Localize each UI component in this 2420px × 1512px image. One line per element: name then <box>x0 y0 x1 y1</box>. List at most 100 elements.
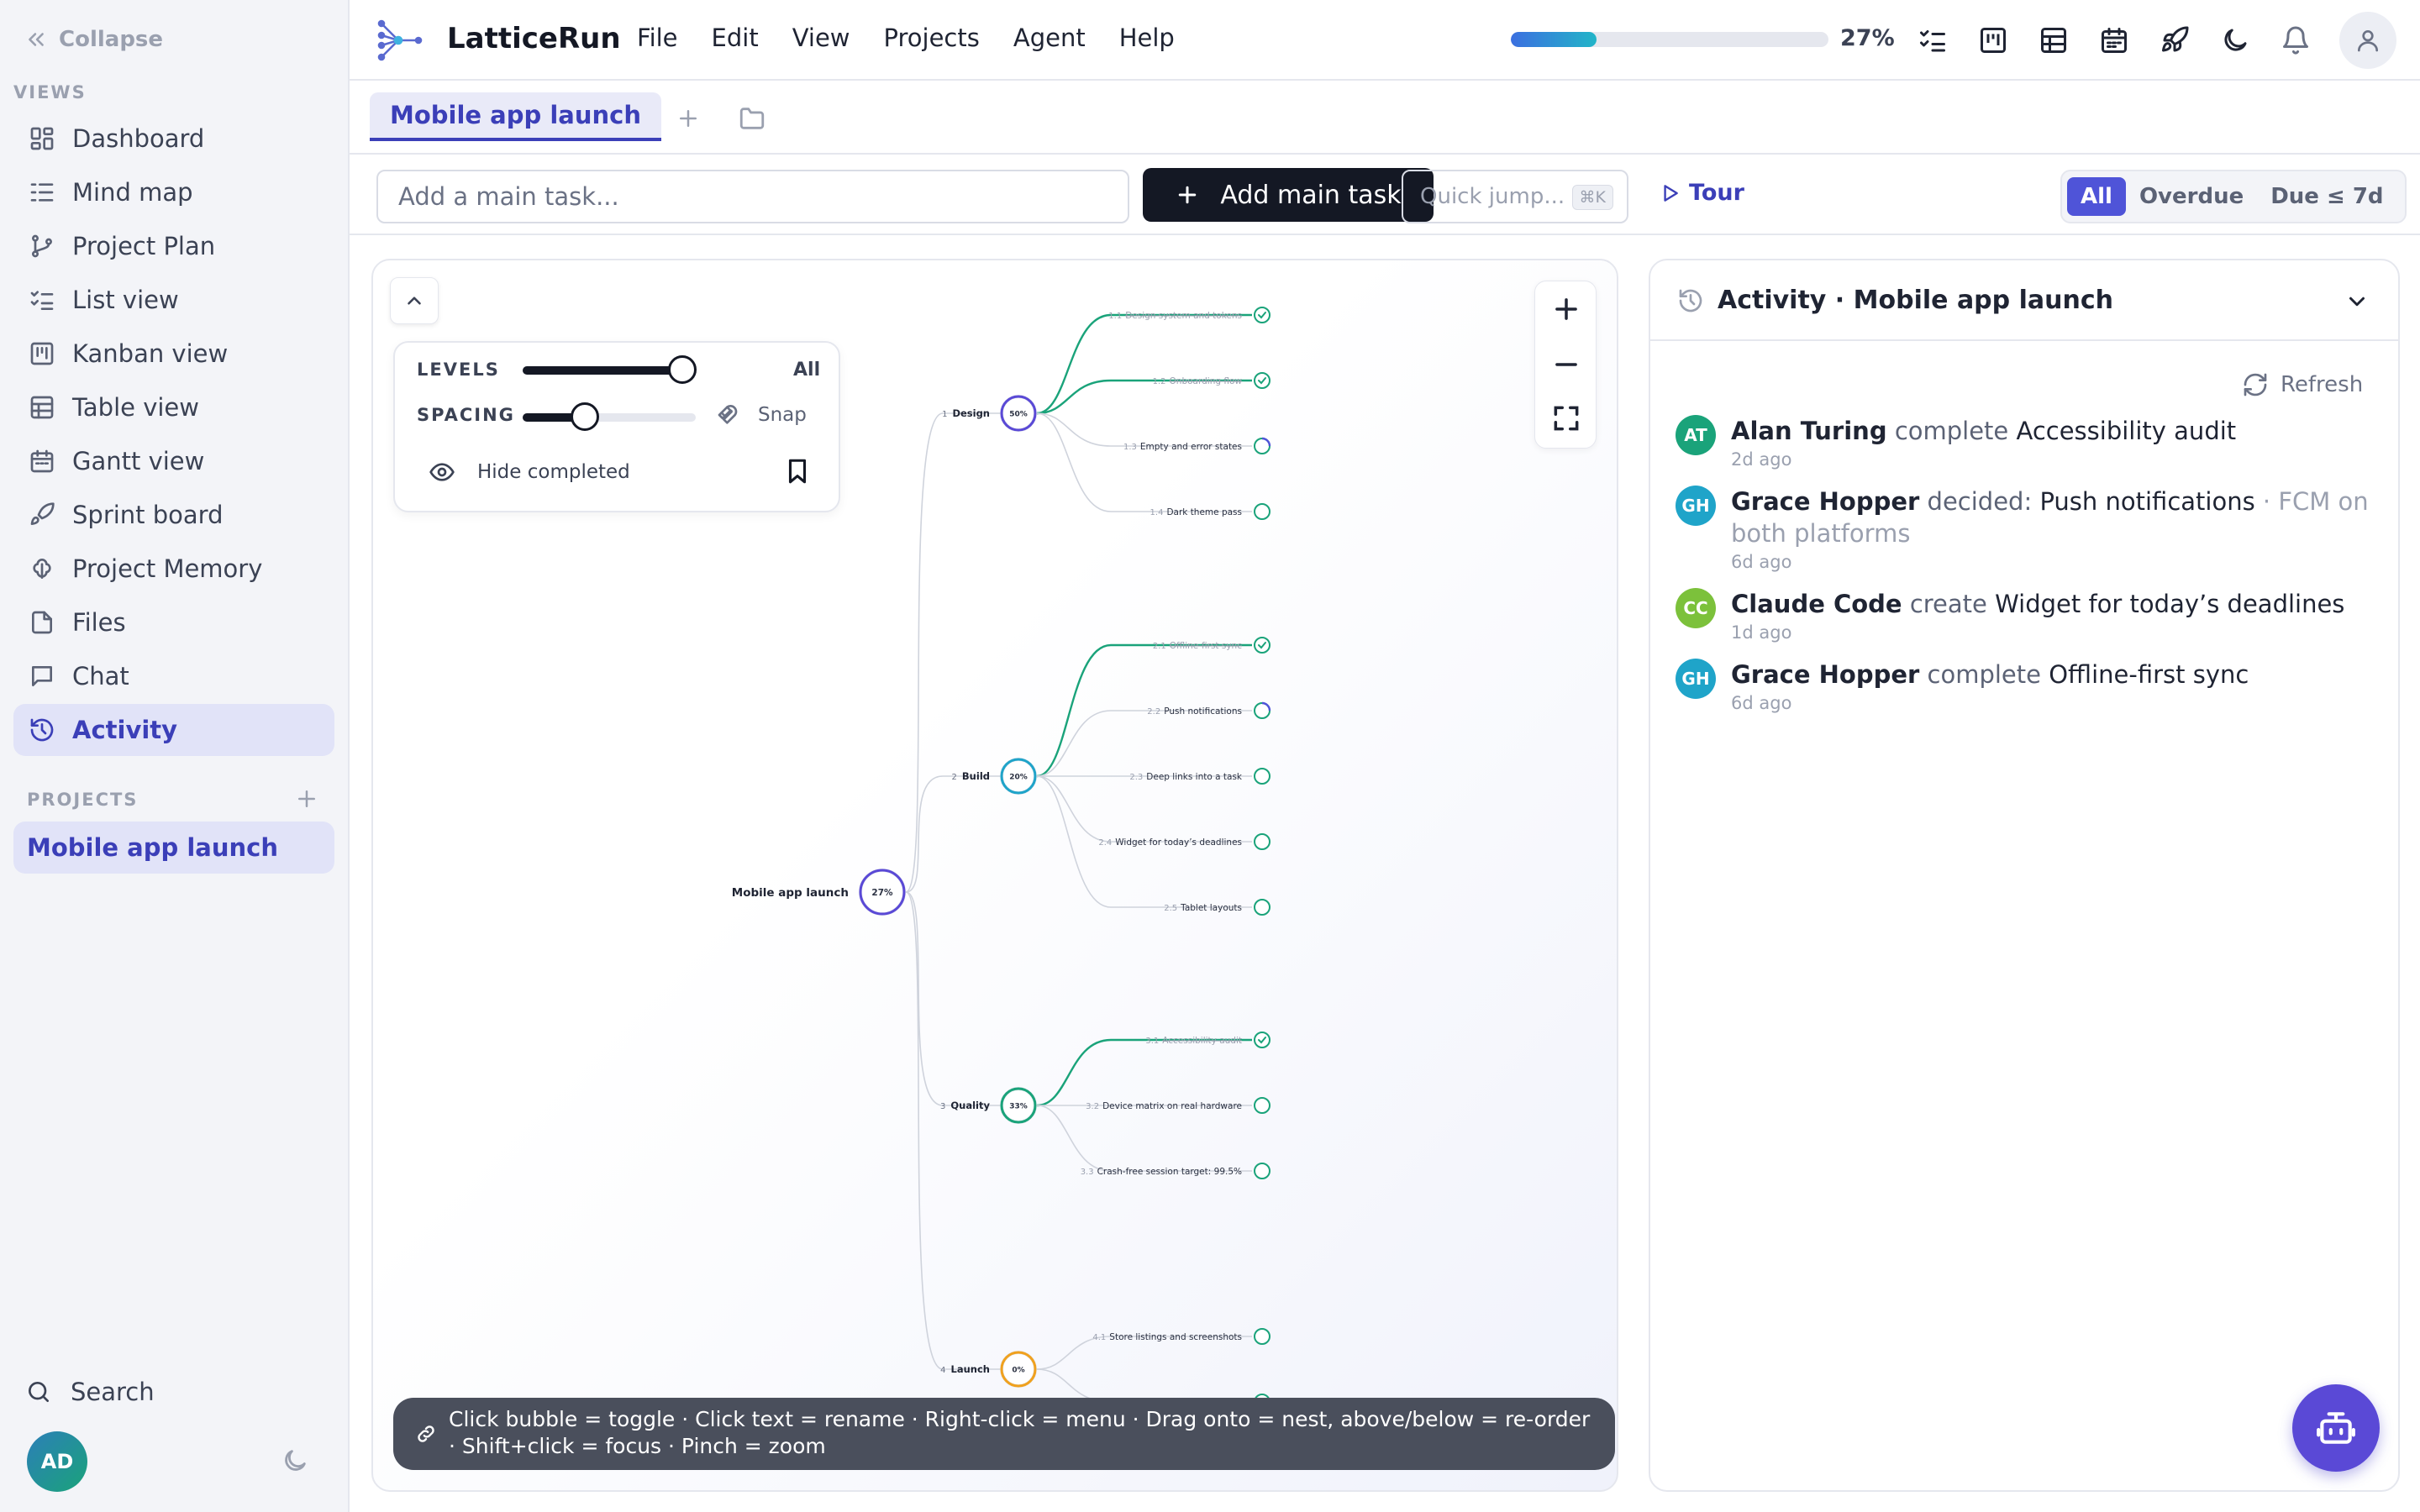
sidebar-item-mind-map[interactable]: Mind map <box>13 166 334 218</box>
add-main-task-button[interactable]: Add main task <box>1143 168 1434 222</box>
leaf-status-circle[interactable] <box>1254 372 1270 389</box>
theme-moon-icon[interactable] <box>2220 25 2250 55</box>
main-task-input[interactable] <box>376 170 1129 223</box>
chevron-down-icon[interactable] <box>2344 289 2370 314</box>
leaf-status-circle[interactable] <box>1254 1328 1270 1345</box>
levels-slider[interactable] <box>523 355 697 384</box>
activity-avatar: CC <box>1676 588 1716 628</box>
activity-user[interactable]: Grace Hopper <box>1731 660 1919 689</box>
history-icon <box>30 718 54 742</box>
moon-icon[interactable] <box>281 1446 309 1475</box>
snap-toggle[interactable]: Snap <box>716 402 807 428</box>
branch-label[interactable]: Design <box>952 407 990 419</box>
branch-label[interactable]: Build <box>962 770 990 782</box>
mind-map-leaf-label[interactable]: Crash-free session target: 99.5% <box>1097 1167 1242 1177</box>
zoom-in-icon[interactable] <box>1550 293 1582 325</box>
leaf-status-circle[interactable] <box>1254 307 1270 323</box>
menu-projects[interactable]: Projects <box>884 24 980 52</box>
mind-map-leaf-label[interactable]: Store listings and screenshots <box>1109 1332 1242 1342</box>
sidebar-item-table-view[interactable]: Table view <box>13 381 334 433</box>
menu-help[interactable]: Help <box>1119 24 1175 52</box>
menu-file[interactable]: File <box>637 24 678 52</box>
filter-due-7d[interactable]: Due ≤ 7d <box>2257 177 2396 216</box>
branch-label[interactable]: Launch <box>951 1363 990 1375</box>
user-avatar[interactable]: AD <box>27 1431 87 1492</box>
fit-screen-icon[interactable] <box>1550 402 1582 434</box>
mind-map-leaf-label[interactable]: Accessibility audit <box>1162 1036 1242 1046</box>
project-item-mobile-app-launch[interactable]: Mobile app launch <box>13 822 334 874</box>
activity-panel-header[interactable]: Activity · Mobile app launch <box>1650 260 2398 341</box>
sidebar-item-chat[interactable]: Chat <box>13 650 334 702</box>
mind-map-leaf-label[interactable]: Offline-first sync <box>1170 641 1242 651</box>
zoom-out-icon[interactable] <box>1550 349 1582 381</box>
mind-map-leaf-label[interactable]: Widget for today’s deadlines <box>1115 837 1242 848</box>
leaf-status-circle[interactable] <box>1254 768 1270 785</box>
agent-bot-button[interactable] <box>2292 1384 2380 1472</box>
spacing-slider[interactable] <box>523 402 696 431</box>
activity-target[interactable]: Widget for today’s deadlines <box>1995 590 2344 618</box>
bookmark-icon[interactable] <box>783 457 812 486</box>
sidebar-item-project-memory[interactable]: Project Memory <box>13 543 334 595</box>
spacing-slider-knob[interactable] <box>571 402 599 431</box>
activity-user[interactable]: Alan Turing <box>1731 417 1887 445</box>
bell-icon[interactable] <box>2281 25 2311 55</box>
mind-map-canvas[interactable]: Design system and tokens 1.1 Onboarding fl… <box>371 259 1618 1492</box>
tab-mobile-app-launch[interactable]: Mobile app launch <box>370 92 662 141</box>
sidebar-item-sprint-board[interactable]: Sprint board <box>13 489 334 541</box>
kanban-icon[interactable] <box>1978 25 2008 55</box>
collapse-controls-button[interactable] <box>390 277 439 324</box>
quick-jump-button[interactable]: Quick jump... ⌘K <box>1402 170 1628 223</box>
mind-map-leaf-label[interactable]: Deep links into a task <box>1146 772 1243 782</box>
mind-map-leaf-number: 1.1 <box>1108 312 1122 321</box>
mind-map-leaf-label[interactable]: Empty and error states <box>1140 442 1242 452</box>
rocket-icon[interactable] <box>2160 25 2190 55</box>
leaf-status-circle[interactable] <box>1254 637 1270 654</box>
tour-button[interactable]: Tour <box>1659 180 1744 206</box>
menu-edit[interactable]: Edit <box>712 24 759 52</box>
activity-user[interactable]: Grace Hopper <box>1731 487 1919 516</box>
table-icon[interactable] <box>2039 25 2069 55</box>
activity-target[interactable]: Offline-first sync <box>2049 660 2249 689</box>
leaf-status-circle[interactable] <box>1254 1032 1270 1048</box>
mind-map-leaf-label[interactable]: Tablet layouts <box>1180 903 1242 913</box>
activity-target[interactable]: Push notifications <box>2039 487 2254 516</box>
root-label[interactable]: Mobile app launch <box>732 886 849 900</box>
hide-completed-toggle[interactable]: Hide completed <box>429 459 630 486</box>
leaf-status-circle[interactable] <box>1254 503 1270 520</box>
sidebar-search[interactable]: Search <box>25 1378 155 1406</box>
add-project-icon[interactable] <box>294 786 319 811</box>
levels-slider-knob[interactable] <box>668 355 697 384</box>
branch-label[interactable]: Quality <box>950 1100 990 1111</box>
mind-map-leaf-label[interactable]: Design system and tokens <box>1125 311 1242 321</box>
activity-target[interactable]: Accessibility audit <box>2017 417 2237 445</box>
leaf-status-circle[interactable] <box>1254 833 1270 850</box>
activity-user[interactable]: Claude Code <box>1731 590 1902 618</box>
mind-map-leaf-label[interactable]: Dark theme pass <box>1166 507 1242 517</box>
account-button[interactable] <box>2339 12 2396 69</box>
refresh-button[interactable]: Refresh <box>2242 371 2363 398</box>
mind-map-leaf-label[interactable]: Device matrix on real hardware <box>1102 1101 1242 1111</box>
collapse-button[interactable]: Collapse <box>25 24 163 55</box>
menu-view[interactable]: View <box>792 24 850 52</box>
leaf-status-circle[interactable] <box>1254 1163 1270 1179</box>
calendar-icon[interactable] <box>2099 25 2129 55</box>
sidebar-item-dashboard[interactable]: Dashboard <box>13 113 334 165</box>
sidebar-item-gantt-view[interactable]: Gantt view <box>13 435 334 487</box>
menu-agent[interactable]: Agent <box>1013 24 1086 52</box>
sidebar-item-files[interactable]: Files <box>13 596 334 648</box>
add-tab-icon[interactable] <box>676 106 701 131</box>
checklist-icon[interactable] <box>1918 25 1948 55</box>
mind-map-leaf-label[interactable]: Push notifications <box>1164 706 1242 717</box>
sidebar-item-project-plan[interactable]: Project Plan <box>13 220 334 272</box>
leaf-status-circle[interactable] <box>1254 899 1270 916</box>
lattice-logo-icon[interactable] <box>376 18 424 62</box>
mind-map-leaf-label[interactable]: Onboarding flow <box>1170 376 1243 386</box>
sidebar-item-kanban-view[interactable]: Kanban view <box>13 328 334 380</box>
tour-label: Tour <box>1689 180 1744 206</box>
filter-overdue[interactable]: Overdue <box>2126 177 2257 216</box>
sidebar-item-list-view[interactable]: List view <box>13 274 334 326</box>
leaf-status-circle[interactable] <box>1254 1097 1270 1114</box>
filter-all[interactable]: All <box>2067 177 2126 216</box>
sidebar-item-activity[interactable]: Activity <box>13 704 334 756</box>
folder-icon[interactable] <box>738 104 766 133</box>
